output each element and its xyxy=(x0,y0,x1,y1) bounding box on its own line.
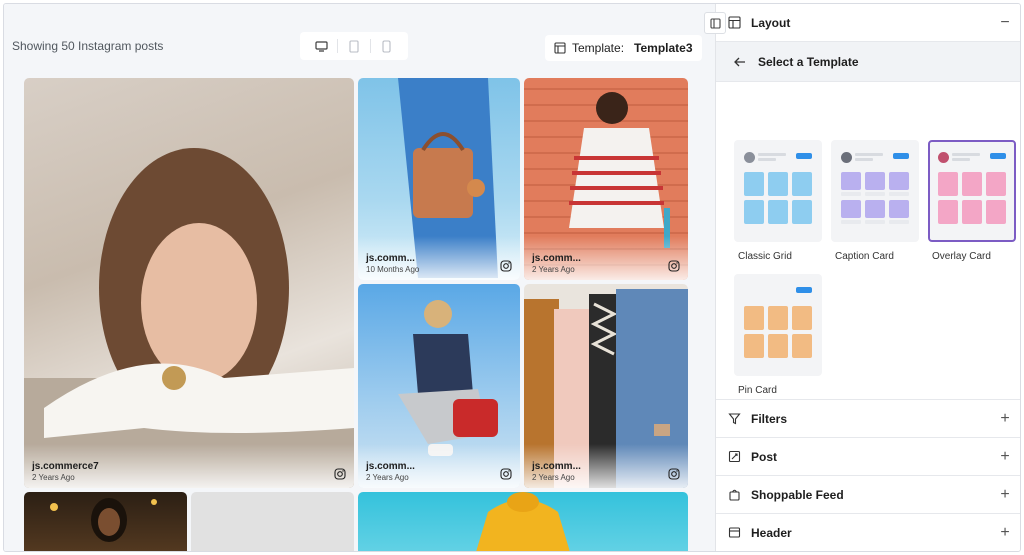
post-card[interactable]: js.comm... 10 Months Ago xyxy=(358,78,520,280)
expand-icon[interactable]: + xyxy=(998,448,1012,466)
template-list: Classic Grid Caption Card Overlay Card P… xyxy=(716,82,1020,400)
template-indicator[interactable]: Template: Template3 xyxy=(545,35,702,61)
posts-count-text: Showing 50 Instagram posts xyxy=(12,39,164,53)
post-grid: js.commerce7 2 Years Ago js.comm... 10 M… xyxy=(24,78,690,551)
section-title: Shoppable Feed xyxy=(751,487,844,502)
settings-sidebar: Layout − Select a Template Classic Grid xyxy=(715,4,1020,551)
post-image xyxy=(24,148,354,488)
post-card[interactable]: js.comm... 2 Years Ago xyxy=(358,284,520,488)
device-switcher xyxy=(300,32,408,60)
template-option-pin-card[interactable]: Pin Card xyxy=(734,274,822,396)
expand-icon[interactable]: + xyxy=(998,524,1012,542)
post-username: js.commerce7 xyxy=(32,461,99,473)
desktop-icon[interactable] xyxy=(310,36,332,56)
post-timestamp: 2 Years Ago xyxy=(532,264,575,274)
post-card[interactable]: js.comm... 2 Years Ago xyxy=(524,78,688,280)
post-icon xyxy=(728,450,741,463)
post-section-header[interactable]: Post + xyxy=(716,438,1020,476)
template-name: Overlay Card xyxy=(932,251,991,262)
header-icon xyxy=(728,527,741,538)
post-username: js.comm... xyxy=(532,461,581,473)
template-thumbnail xyxy=(928,140,1016,242)
post-timestamp: 2 Years Ago xyxy=(532,472,575,482)
post-username: js.comm... xyxy=(366,461,415,473)
post-timestamp: 10 Months Ago xyxy=(366,264,420,274)
post-image xyxy=(50,498,157,542)
post-image xyxy=(476,492,570,551)
expand-icon[interactable]: + xyxy=(998,410,1012,428)
post-caption: js.commerce7 2 Years Ago xyxy=(32,461,99,482)
select-template-header: Select a Template xyxy=(716,42,1020,82)
collapse-icon[interactable]: − xyxy=(998,14,1012,32)
template-thumbnail xyxy=(734,274,822,376)
feed-preview: Showing 50 Instagram posts Template: Tem… xyxy=(4,4,715,551)
template-option-classic-grid[interactable]: Classic Grid xyxy=(734,140,822,262)
post-caption: js.comm... 2 Years Ago xyxy=(532,461,581,482)
post-card[interactable] xyxy=(358,492,688,551)
template-name: Caption Card xyxy=(835,251,894,262)
layout-icon xyxy=(728,16,741,29)
filter-icon xyxy=(728,413,741,425)
post-caption: js.comm... 2 Years Ago xyxy=(532,253,581,274)
expand-icon[interactable]: + xyxy=(998,486,1012,504)
shopping-bag-icon xyxy=(729,489,740,501)
divider xyxy=(337,39,339,53)
sidebar-toggle-button[interactable] xyxy=(704,12,726,34)
back-arrow-icon[interactable] xyxy=(734,57,746,67)
post-card[interactable]: js.comm... 2 Years Ago xyxy=(524,284,688,488)
post-card[interactable]: js.commerce7 2 Years Ago xyxy=(24,78,354,488)
instagram-icon[interactable] xyxy=(668,260,680,272)
post-username: js.comm... xyxy=(532,253,581,265)
mobile-icon[interactable] xyxy=(376,36,398,56)
template-name: Classic Grid xyxy=(738,251,792,262)
template-label: Template: xyxy=(572,41,625,55)
divider xyxy=(369,39,371,53)
post-timestamp: 2 Years Ago xyxy=(32,472,75,482)
section-title: Layout xyxy=(751,15,791,30)
template-name: Pin Card xyxy=(738,385,777,396)
app-window: Showing 50 Instagram posts Template: Tem… xyxy=(3,3,1021,552)
post-caption: js.comm... 2 Years Ago xyxy=(366,461,415,482)
post-username: js.comm... xyxy=(366,253,415,265)
template-value: Template3 xyxy=(634,41,693,55)
header-section-header[interactable]: Header + xyxy=(716,514,1020,551)
instagram-icon[interactable] xyxy=(500,468,512,480)
filters-section-header[interactable]: Filters + xyxy=(716,400,1020,438)
panel-icon xyxy=(709,17,721,29)
shoppable-feed-section-header[interactable]: Shoppable Feed + xyxy=(716,476,1020,514)
template-option-caption-card[interactable]: Caption Card xyxy=(831,140,919,262)
instagram-icon[interactable] xyxy=(500,260,512,272)
select-template-title: Select a Template xyxy=(758,54,859,69)
post-timestamp: 2 Years Ago xyxy=(366,472,409,482)
post-card[interactable] xyxy=(24,492,187,551)
tablet-icon[interactable] xyxy=(343,36,365,56)
instagram-icon[interactable] xyxy=(668,468,680,480)
template-option-overlay-card[interactable]: Overlay Card xyxy=(928,140,1016,262)
section-title: Post xyxy=(751,449,778,464)
section-title: Header xyxy=(751,525,792,540)
template-thumbnail xyxy=(831,140,919,242)
post-caption: js.comm... 10 Months Ago xyxy=(366,253,419,274)
layout-icon xyxy=(554,42,566,54)
section-title: Filters xyxy=(751,411,788,426)
instagram-icon[interactable] xyxy=(334,468,346,480)
layout-section-header[interactable]: Layout − xyxy=(716,4,1020,42)
template-thumbnail xyxy=(734,140,822,242)
post-card[interactable] xyxy=(191,492,354,551)
